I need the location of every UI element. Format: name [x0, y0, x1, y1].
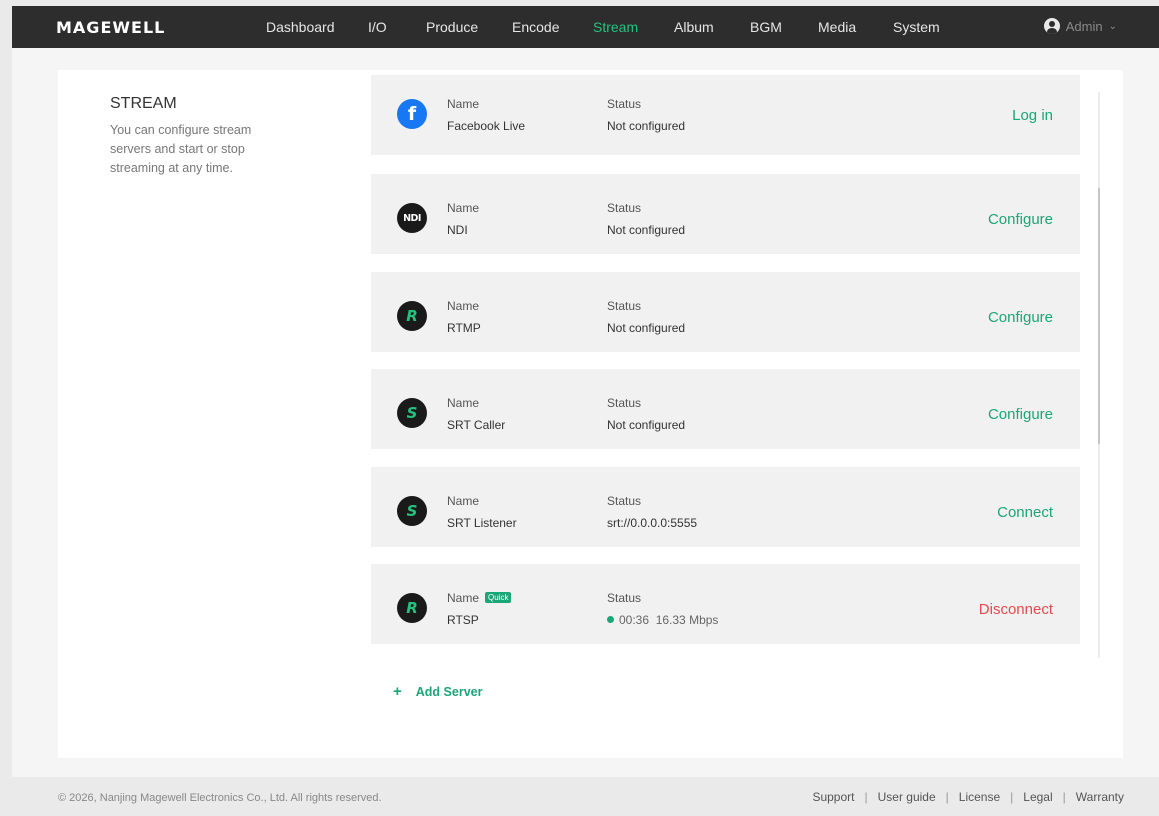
name-label: Name: [447, 97, 480, 111]
live-status-dot: [607, 616, 614, 623]
stream-bitrate: 16.33 Mbps: [655, 613, 719, 627]
scrollbar-thumb[interactable]: [1098, 188, 1100, 444]
name-label: Name: [447, 494, 480, 508]
status-label: Status: [607, 396, 642, 410]
server-status: srt://0.0.0.0:5555: [607, 516, 698, 530]
footer-links: Support | User guide | License | Legal |…: [812, 790, 1124, 804]
status-label: Status: [607, 201, 642, 215]
footer-link-warranty[interactable]: Warranty: [1076, 790, 1124, 804]
scrollbar[interactable]: [1098, 92, 1100, 658]
footer-link-support[interactable]: Support: [812, 790, 854, 804]
user-menu[interactable]: Admin ⌄: [1043, 18, 1117, 34]
server-status: Not configured: [607, 223, 686, 237]
rtsp-icon: R: [397, 593, 427, 623]
nav-io[interactable]: I/O: [368, 19, 387, 35]
nav-dashboard[interactable]: Dashboard: [266, 19, 335, 35]
add-server-button[interactable]: + Add Server: [393, 683, 482, 700]
copyright: © 2026, Nanjing Magewell Electronics Co.…: [58, 792, 382, 804]
connect-button[interactable]: Connect: [997, 504, 1053, 521]
rtmp-icon: R: [397, 301, 427, 331]
nav-media[interactable]: Media: [818, 19, 856, 35]
server-name: RTSP: [447, 613, 479, 627]
nav-bgm[interactable]: BGM: [750, 19, 782, 35]
server-item-srt-listener: S Name SRT Listener Status srt://0.0.0.0…: [371, 467, 1080, 547]
footer-link-license[interactable]: License: [959, 790, 1000, 804]
plus-icon: +: [393, 683, 402, 700]
srt-icon: S: [397, 496, 427, 526]
server-item-rtmp: R Name RTMP Status Not configured Config…: [371, 272, 1080, 352]
facebook-icon: f: [397, 99, 427, 129]
configure-button[interactable]: Configure: [988, 309, 1053, 326]
page-description: You can configure stream servers and sta…: [110, 123, 252, 175]
nav-system[interactable]: System: [893, 19, 940, 35]
status-label: Status: [607, 494, 642, 508]
server-name: Facebook Live: [447, 119, 526, 133]
server-name: NDI: [447, 223, 468, 237]
separator: |: [945, 790, 949, 804]
disconnect-button[interactable]: Disconnect: [979, 601, 1053, 618]
name-label-text: Name: [447, 591, 480, 605]
separator: |: [1010, 790, 1014, 804]
name-label: Name Quick: [447, 591, 512, 605]
nav-album[interactable]: Album: [674, 19, 714, 35]
ndi-icon: NDI: [397, 203, 427, 233]
server-name: SRT Listener: [447, 516, 517, 530]
separator: |: [864, 790, 868, 804]
page-title: STREAM: [110, 95, 177, 112]
name-label: Name: [447, 299, 480, 313]
server-item-facebook: f Name Facebook Live Status Not configur…: [371, 75, 1080, 155]
nav-encode[interactable]: Encode: [512, 19, 559, 35]
stream-duration: 00:36: [619, 613, 650, 627]
server-item-srt-caller: S Name SRT Caller Status Not configured …: [371, 369, 1080, 449]
configure-button[interactable]: Configure: [988, 406, 1053, 423]
server-name: RTMP: [447, 321, 481, 335]
chevron-down-icon: ⌄: [1108, 20, 1117, 32]
status-label: Status: [607, 97, 642, 111]
add-server-label: Add Server: [415, 684, 483, 699]
server-status: Not configured: [607, 119, 686, 133]
status-label: Status: [607, 299, 642, 313]
status-label: Status: [607, 591, 642, 605]
separator: |: [1062, 790, 1066, 804]
nav-stream[interactable]: Stream: [593, 19, 638, 35]
user-icon: [1043, 18, 1060, 34]
name-label: Name: [447, 201, 480, 215]
configure-button[interactable]: Configure: [988, 211, 1053, 228]
server-status: 00:36 16.33 Mbps: [607, 613, 718, 627]
server-status: Not configured: [607, 418, 686, 432]
server-name: SRT Caller: [447, 418, 506, 432]
name-label: Name: [447, 396, 480, 410]
footer-link-user-guide[interactable]: User guide: [878, 790, 936, 804]
login-button[interactable]: Log in: [1012, 107, 1053, 124]
quick-badge: Quick: [485, 592, 512, 603]
server-item-rtsp: R Name Quick RTSP Status 00:36 16.33 Mbps…: [371, 564, 1080, 644]
top-nav-bar: MAGEWELL Dashboard I/O Produce Encode St…: [12, 6, 1159, 48]
footer-link-legal[interactable]: Legal: [1023, 790, 1052, 804]
server-item-ndi: NDI Name NDI Status Not configured Confi…: [371, 174, 1080, 254]
nav-produce[interactable]: Produce: [426, 19, 478, 35]
magewell-logo[interactable]: MAGEWELL: [56, 18, 165, 37]
user-name: Admin: [1065, 18, 1103, 34]
srt-icon: S: [397, 398, 427, 428]
server-list: f Name Facebook Live Status Not configur…: [371, 70, 1080, 660]
server-status: Not configured: [607, 321, 686, 335]
